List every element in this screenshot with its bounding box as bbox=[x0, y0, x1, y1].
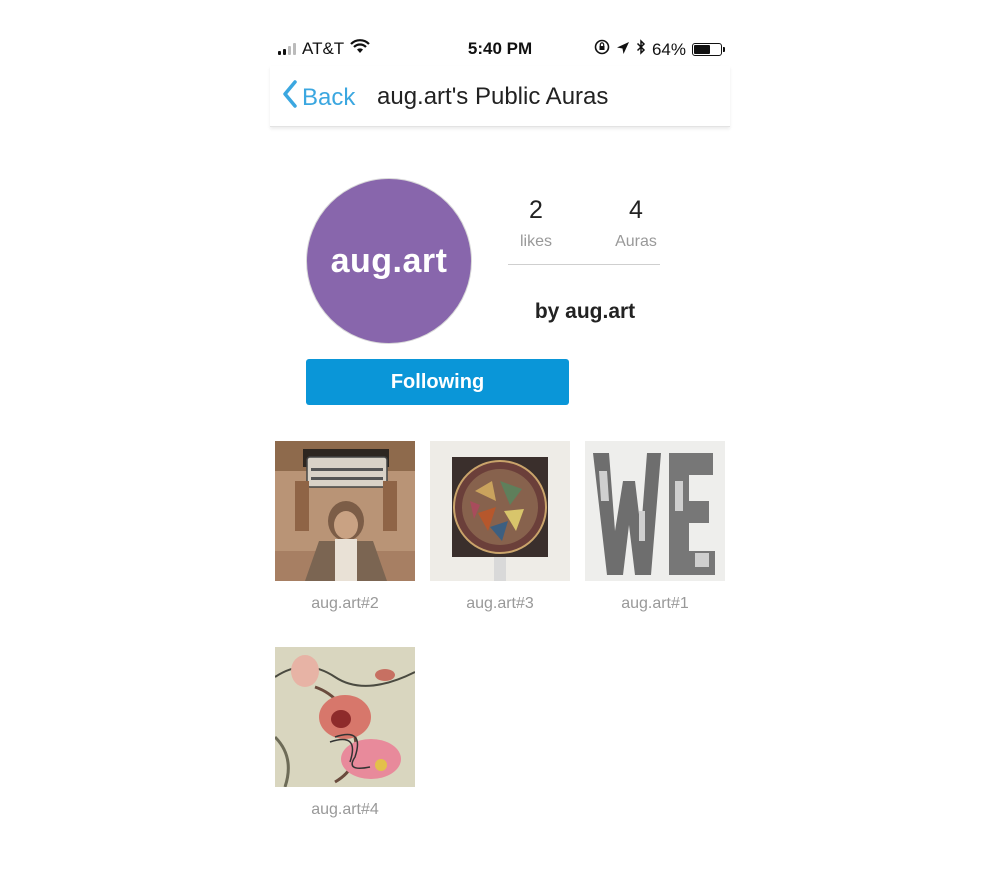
aura-thumbnail[interactable] bbox=[275, 441, 415, 581]
auras-stat: 4 Auras bbox=[598, 196, 674, 251]
navigation-bar: Back aug.art's Public Auras bbox=[270, 66, 730, 127]
aura-caption: aug.art#4 bbox=[311, 801, 379, 818]
following-button[interactable]: Following bbox=[306, 359, 569, 405]
likes-label: likes bbox=[519, 233, 552, 250]
aura-thumbnail[interactable] bbox=[430, 441, 570, 581]
back-button[interactable]: Back bbox=[282, 80, 355, 115]
battery-icon bbox=[692, 43, 725, 56]
aura-tile[interactable]: aug.art#1 bbox=[585, 441, 725, 613]
aura-tile[interactable]: aug.art#2 bbox=[275, 441, 415, 613]
status-bar: AT&T 5:40 PM 64% bbox=[270, 32, 730, 66]
orientation-lock-icon bbox=[594, 39, 610, 60]
aura-caption: aug.art#3 bbox=[466, 595, 534, 612]
aura-thumbnail[interactable] bbox=[275, 647, 415, 787]
page-title: aug.art's Public Auras bbox=[377, 83, 609, 110]
bluetooth-icon bbox=[636, 39, 646, 60]
avatar: aug.art bbox=[306, 178, 472, 344]
likes-count: 2 bbox=[529, 196, 543, 224]
chevron-left-icon bbox=[282, 80, 298, 115]
status-right: 64% bbox=[594, 39, 725, 60]
battery-fill bbox=[694, 45, 711, 54]
back-label: Back bbox=[302, 83, 356, 111]
aura-tile[interactable]: aug.art#4 bbox=[275, 647, 415, 819]
aura-caption: aug.art#2 bbox=[311, 595, 379, 612]
likes-stat: 2 likes bbox=[498, 196, 574, 251]
aura-tile[interactable]: aug.art#3 bbox=[430, 441, 570, 613]
phone-screen: AT&T 5:40 PM 64% Back aug.art's Public A… bbox=[270, 0, 730, 890]
profile-stats: 2 likes 4 Auras bbox=[508, 196, 660, 265]
battery-percent: 64% bbox=[651, 39, 686, 59]
aura-caption: aug.art#1 bbox=[621, 595, 689, 612]
location-arrow-icon bbox=[616, 40, 630, 60]
auras-label: Auras bbox=[615, 233, 657, 250]
author-byline: by aug.art bbox=[534, 300, 636, 323]
auras-count: 4 bbox=[629, 196, 643, 224]
aura-thumbnail[interactable] bbox=[585, 441, 725, 581]
avatar-text: aug.art bbox=[330, 241, 448, 280]
